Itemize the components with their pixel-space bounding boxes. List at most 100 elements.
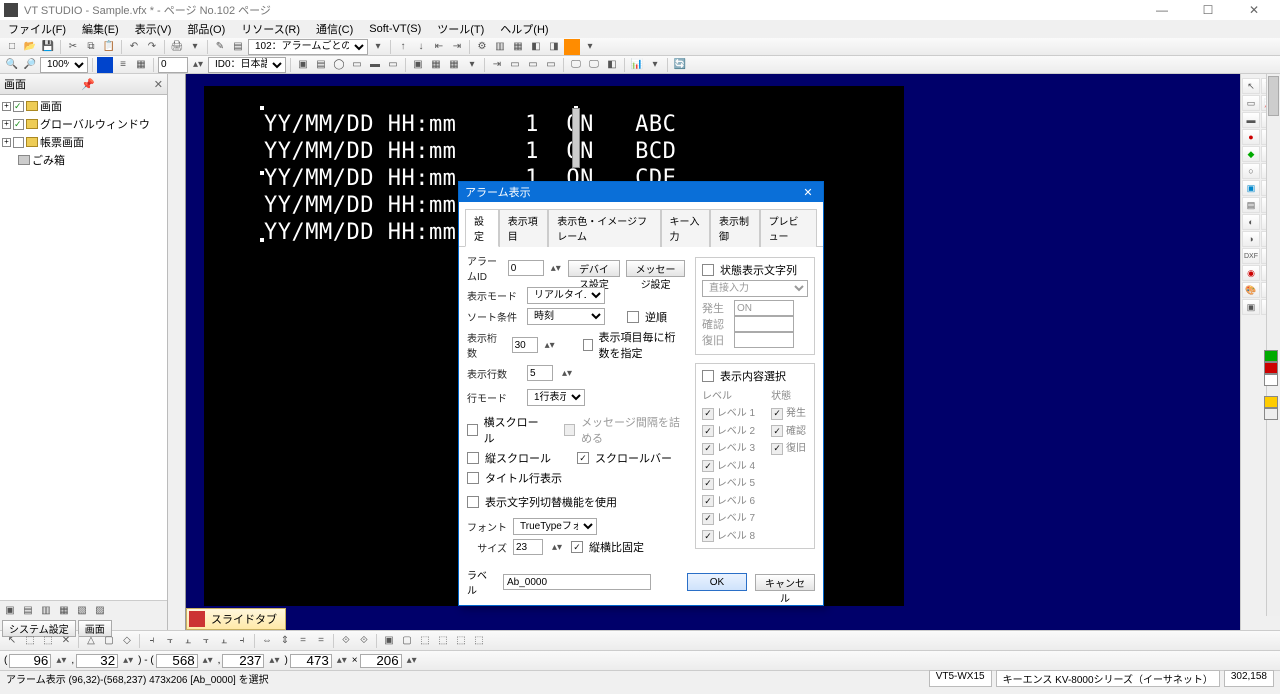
- vscroll-checkbox[interactable]: [467, 452, 479, 464]
- nav-next-icon[interactable]: ⇥: [449, 39, 465, 55]
- selection-handle[interactable]: [260, 106, 264, 110]
- edit-icon[interactable]: ✎: [212, 39, 228, 55]
- group-icon[interactable]: ⬚: [417, 633, 433, 649]
- tab-colors[interactable]: 表示色・イメージフレーム: [548, 209, 660, 247]
- checkbox-icon[interactable]: [13, 137, 24, 148]
- palette-rect-icon[interactable]: ▭: [1242, 95, 1260, 111]
- palette-cursor-icon[interactable]: ↖: [1242, 78, 1260, 94]
- tool-icon[interactable]: 🖵: [586, 57, 602, 73]
- palette-icon[interactable]: ▣: [1242, 299, 1260, 315]
- zoom-in-icon[interactable]: 🔍: [4, 57, 20, 73]
- equal-size-icon[interactable]: =: [295, 633, 311, 649]
- new-icon[interactable]: □: [4, 39, 20, 55]
- menu-view[interactable]: 表示(V): [131, 19, 176, 39]
- scrollbar-vertical[interactable]: [1266, 74, 1280, 616]
- chevron-down-icon[interactable]: ▾: [582, 39, 598, 55]
- chevron-down-icon[interactable]: ▾: [187, 39, 203, 55]
- alarm-row[interactable]: YY/MM/DD HH:mm 1 ON ABC: [264, 112, 676, 137]
- tool-icon[interactable]: ⬚: [22, 633, 38, 649]
- palette-icon[interactable]: ◐: [1242, 214, 1260, 230]
- tool-icon[interactable]: ▨: [92, 602, 108, 618]
- reverse-checkbox[interactable]: [627, 311, 639, 323]
- tool-icon[interactable]: ◨: [546, 39, 562, 55]
- hscroll-checkbox[interactable]: [467, 424, 478, 436]
- switchstr-checkbox[interactable]: [467, 496, 479, 508]
- coord-h[interactable]: [360, 654, 402, 668]
- zoom-select[interactable]: 100%: [40, 57, 88, 73]
- palette-icon[interactable]: ▤: [1242, 197, 1260, 213]
- close-icon[interactable]: ✕: [154, 78, 163, 91]
- tool-icon[interactable]: ◇: [119, 633, 135, 649]
- minimize-button[interactable]: —: [1140, 1, 1184, 19]
- tool-icon[interactable]: ⬚: [40, 633, 56, 649]
- tab-items[interactable]: 表示項目: [499, 209, 549, 247]
- palette-icon[interactable]: ●: [1242, 129, 1260, 145]
- tool-icon[interactable]: ⬚: [471, 633, 487, 649]
- spinner-icon[interactable]: ▴▾: [550, 260, 562, 276]
- checkbox-icon[interactable]: [13, 119, 24, 130]
- chevron-down-icon[interactable]: ▾: [464, 57, 480, 73]
- coord-y2[interactable]: [222, 654, 264, 668]
- label-input[interactable]: [503, 574, 651, 590]
- menu-softvt[interactable]: Soft-VT(S): [365, 21, 425, 37]
- tool-icon[interactable]: ✕: [58, 633, 74, 649]
- tool-icon[interactable]: ▭: [349, 57, 365, 73]
- tool-icon[interactable]: ▭: [543, 57, 559, 73]
- chevron-down-icon[interactable]: ▾: [647, 57, 663, 73]
- nav-prev-icon[interactable]: ⇤: [431, 39, 447, 55]
- dialog-titlebar[interactable]: アラーム表示 ✕: [459, 182, 823, 202]
- refresh-icon[interactable]: 🔄: [672, 57, 688, 73]
- palette-icon[interactable]: ▣: [1242, 180, 1260, 196]
- align-left-icon[interactable]: ⫞: [144, 633, 160, 649]
- align-top-icon[interactable]: ⫟: [198, 633, 214, 649]
- dialog-close-icon[interactable]: ✕: [799, 186, 817, 199]
- palette-icon[interactable]: ◆: [1242, 146, 1260, 162]
- palette-icon[interactable]: ○: [1242, 163, 1260, 179]
- menu-comm[interactable]: 通信(C): [312, 19, 357, 39]
- device-button[interactable]: デバイス設定: [568, 260, 620, 277]
- aspect-checkbox[interactable]: [571, 541, 583, 553]
- checkbox-icon[interactable]: [13, 101, 24, 112]
- menu-resource[interactable]: リソース(R): [237, 19, 304, 39]
- tool-icon[interactable]: ⇥: [489, 57, 505, 73]
- spinner-icon[interactable]: ▴▾: [549, 539, 565, 555]
- dispmode-select[interactable]: リアルタイム表示: [527, 287, 605, 304]
- tool-icon[interactable]: ▧: [74, 602, 90, 618]
- maximize-button[interactable]: ☐: [1186, 1, 1230, 19]
- align-middle-icon[interactable]: ⫠: [216, 633, 232, 649]
- message-button[interactable]: メッセージ設定: [626, 260, 685, 277]
- tool-icon[interactable]: ▤: [20, 602, 36, 618]
- palette-icon[interactable]: 🎨: [1242, 282, 1260, 298]
- palette-icon[interactable]: ◑: [1242, 231, 1260, 247]
- print-icon[interactable]: 🖨: [169, 39, 185, 55]
- spinner-icon[interactable]: ▴▾: [544, 337, 556, 353]
- titlerow-checkbox[interactable]: [467, 472, 479, 484]
- fill-color-icon[interactable]: [97, 57, 113, 73]
- widget-scrollbar[interactable]: [572, 108, 580, 168]
- align-icon[interactable]: ≡: [115, 57, 131, 73]
- nav-up-icon[interactable]: ↑: [395, 39, 411, 55]
- undo-icon[interactable]: ↶: [126, 39, 142, 55]
- menu-file[interactable]: ファイル(F): [4, 19, 70, 39]
- spinner-icon[interactable]: ▴▾: [559, 365, 575, 381]
- align-right-icon[interactable]: ⫠: [180, 633, 196, 649]
- equal-size-icon[interactable]: =: [313, 633, 329, 649]
- scrollbar-checkbox[interactable]: [577, 452, 589, 464]
- menu-tool[interactable]: ツール(T): [433, 19, 488, 39]
- tree[interactable]: +画面 +グローバルウィンドウ +帳票画面 ごみ箱: [0, 95, 167, 600]
- spinner-icon[interactable]: ▴▾: [120, 653, 136, 669]
- grid-icon[interactable]: ▦: [133, 57, 149, 73]
- statusstr-checkbox[interactable]: [702, 264, 714, 276]
- paste-icon[interactable]: 📋: [101, 39, 117, 55]
- coord-x[interactable]: [9, 654, 51, 668]
- tool-icon[interactable]: ▣: [2, 602, 18, 618]
- doc-icon[interactable]: ▤: [230, 39, 246, 55]
- font-select[interactable]: TrueTypeフォント: [513, 518, 597, 535]
- linemode-select[interactable]: 1行表示: [527, 389, 585, 406]
- spinner-icon[interactable]: ▴▾: [53, 653, 69, 669]
- tool-icon[interactable]: △: [83, 633, 99, 649]
- content-checkbox[interactable]: [702, 370, 714, 382]
- tool-icon[interactable]: ▭: [507, 57, 523, 73]
- cut-icon[interactable]: ✂: [65, 39, 81, 55]
- open-icon[interactable]: 📂: [22, 39, 38, 55]
